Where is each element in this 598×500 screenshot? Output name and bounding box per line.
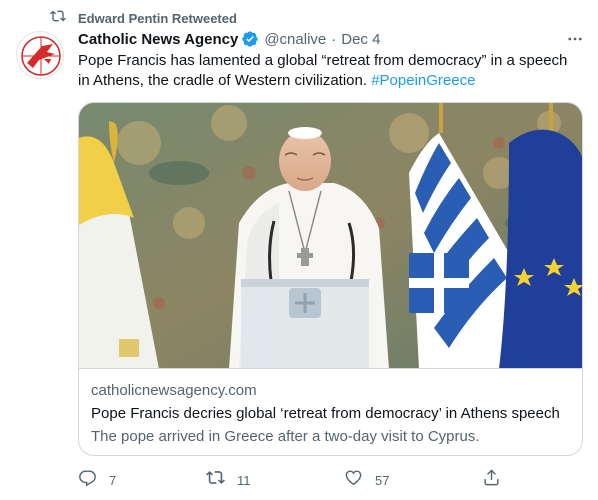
verified-badge-icon [241,30,259,48]
retweet-icon [206,468,225,492]
tweet-header: Catholic News Agency @cnalive · Dec 4 [78,29,586,49]
tweet-date[interactable]: Dec 4 [341,31,380,48]
reply-icon [78,468,97,492]
action-bar: 7 11 57 [72,466,512,494]
retweeted-by-row[interactable]: Edward Pentin Retweeted [50,9,237,27]
card-title: Pope Francis decries global ‘retreat fro… [91,405,560,422]
author-handle[interactable]: @cnalive [264,31,326,48]
retweet-icon [50,8,66,29]
heart-icon [344,468,363,492]
like-button[interactable]: 57 [344,466,389,494]
card-image[interactable] [79,103,582,369]
link-card[interactable]: catholicnewsagency.com Pope Francis decr… [78,102,583,456]
tweet-text-body: Pope Francis has lamented a global “retr… [78,52,568,89]
pope-photo [79,103,582,368]
tweet-text: Pope Francis has lamented a global “retr… [78,51,578,91]
avatar[interactable] [16,31,64,79]
card-description: The pope arrived in Greece after a two-d… [91,428,480,445]
retweeted-by-text[interactable]: Edward Pentin Retweeted [78,11,237,26]
author-name[interactable]: Catholic News Agency [78,31,238,48]
reply-count: 7 [109,472,117,488]
hashtag-link[interactable]: #PopeinGreece [371,72,475,89]
share-button[interactable] [482,466,501,494]
share-icon [482,468,501,492]
retweet-button[interactable]: 11 [206,466,251,494]
retweet-count: 11 [237,472,251,488]
card-domain: catholicnewsagency.com [91,382,257,399]
more-icon[interactable] [564,29,586,49]
cna-logo [21,36,61,76]
reply-button[interactable]: 7 [78,466,116,494]
separator-dot: · [331,30,337,48]
like-count: 57 [375,472,390,488]
